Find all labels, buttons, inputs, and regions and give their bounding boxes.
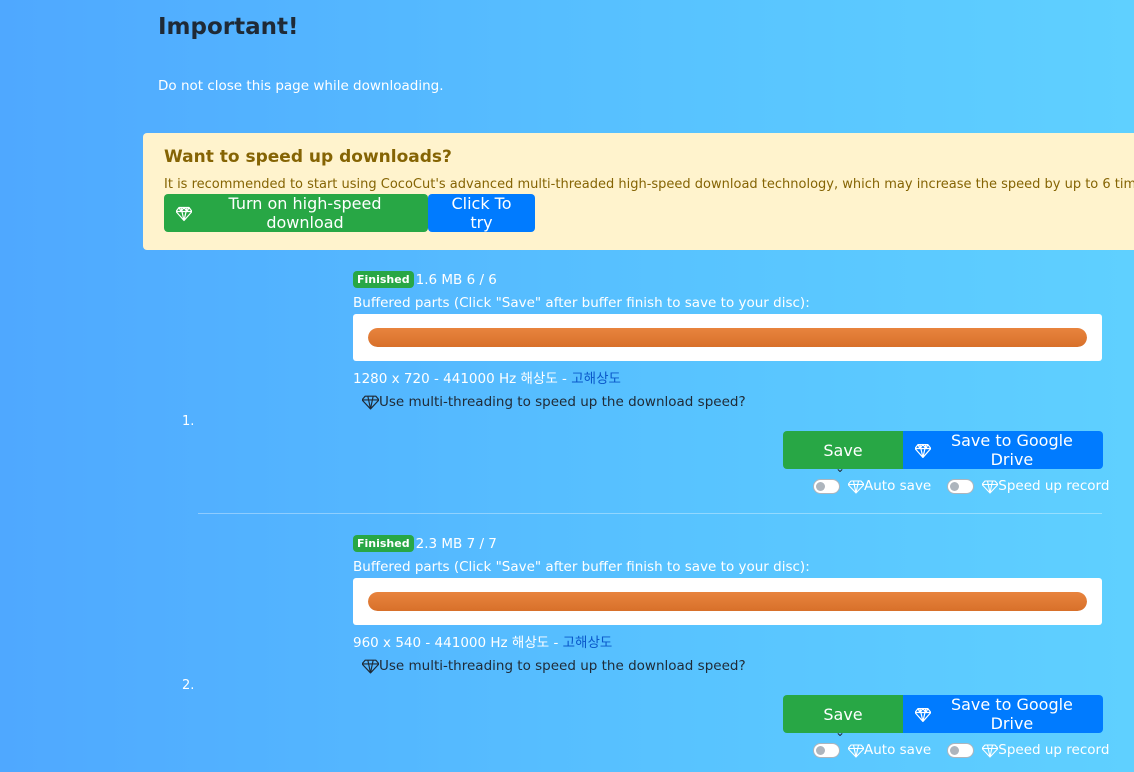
speed-up-record-label: Speed up record bbox=[982, 478, 1109, 494]
multithread-text: Use multi-threading to speed up the down… bbox=[379, 393, 746, 410]
speed-up-record-toggle[interactable] bbox=[947, 742, 975, 758]
save-to-google-drive-button[interactable]: Save to Google Drive bbox=[903, 695, 1103, 733]
auto-save-toggle[interactable] bbox=[813, 478, 840, 494]
turn-on-high-speed-label: Turn on high-speed download bbox=[228, 194, 382, 232]
speed-up-record-label: Speed up record bbox=[982, 742, 1109, 758]
quality-link[interactable]: 고해상도 bbox=[563, 635, 613, 651]
auto-save-toggle[interactable] bbox=[813, 742, 840, 758]
progress-track bbox=[368, 592, 1087, 611]
buffer-label: Buffered parts (Click "Save" after buffe… bbox=[353, 295, 810, 311]
parts-count: 7 / 7 bbox=[466, 535, 497, 552]
promo-text: It is recommended to start using CocoCut… bbox=[164, 177, 1134, 192]
google-drive-label: Save to Google Drive bbox=[950, 695, 1073, 733]
page-notice: Do not close this page while downloading… bbox=[158, 78, 444, 94]
progress-track bbox=[368, 328, 1087, 347]
resolution-line: 960 x 540 - 441000 Hz 해상도 - 고해상도 bbox=[353, 631, 612, 651]
chevron-down-icon[interactable]: ⌄ bbox=[835, 725, 845, 739]
auto-save-text: Auto save bbox=[864, 478, 932, 494]
turn-on-high-speed-button[interactable]: Turn on high-speed download bbox=[164, 194, 428, 232]
diamond-icon bbox=[848, 744, 864, 758]
quality-link[interactable]: 고해상도 bbox=[571, 371, 621, 387]
multithread-prompt[interactable]: Use multi-threading to speed up the down… bbox=[362, 657, 746, 674]
item-number: 1. bbox=[182, 414, 195, 429]
chevron-down-icon[interactable]: ⌄ bbox=[835, 461, 845, 475]
diamond-icon bbox=[915, 707, 931, 722]
progress-fill bbox=[368, 592, 1087, 611]
resolution-text: 1280 x 720 - 441000 Hz 해상도 - bbox=[353, 371, 567, 387]
diamond-icon bbox=[982, 744, 999, 758]
speed-up-record-text: Speed up record bbox=[998, 478, 1110, 494]
status-line: Finished 1.6 MB 6 / 6 bbox=[353, 271, 497, 288]
status-badge: Finished bbox=[353, 271, 414, 288]
status-line: Finished 2.3 MB 7 / 7 bbox=[353, 535, 497, 552]
click-to-try-button[interactable]: Click To try bbox=[428, 194, 535, 232]
page-heading: Important! bbox=[158, 14, 299, 40]
progress-box bbox=[353, 314, 1102, 361]
parts-count: 6 / 6 bbox=[466, 271, 497, 288]
google-drive-label: Save to Google Drive bbox=[950, 431, 1073, 469]
status-badge: Finished bbox=[353, 535, 414, 552]
multithread-prompt[interactable]: Use multi-threading to speed up the down… bbox=[362, 393, 746, 410]
item-divider bbox=[198, 513, 1102, 514]
diamond-icon bbox=[176, 206, 193, 221]
promo-alert: Want to speed up downloads? It is recomm… bbox=[143, 133, 1134, 250]
resolution-line: 1280 x 720 - 441000 Hz 해상도 - 고해상도 bbox=[353, 367, 621, 387]
resolution-text: 960 x 540 - 441000 Hz 해상도 - bbox=[353, 635, 559, 651]
click-to-try-label: Click To try bbox=[451, 194, 512, 232]
speed-up-record-toggle[interactable] bbox=[947, 478, 975, 494]
auto-save-label: Auto save bbox=[848, 478, 931, 494]
diamond-icon bbox=[362, 659, 379, 674]
speed-up-record-text: Speed up record bbox=[998, 742, 1110, 758]
diamond-icon bbox=[982, 480, 999, 494]
diamond-icon bbox=[362, 395, 379, 410]
file-size: 2.3 MB bbox=[415, 535, 463, 552]
save-label: Save bbox=[823, 440, 863, 460]
progress-box bbox=[353, 578, 1102, 625]
toggle-row: Auto save Speed up record bbox=[813, 742, 1125, 758]
file-size: 1.6 MB bbox=[415, 271, 463, 288]
promo-buttons: Turn on high-speed download Click To try bbox=[164, 194, 1134, 232]
save-button[interactable]: Save ⌄ bbox=[783, 695, 903, 739]
multithread-text: Use multi-threading to speed up the down… bbox=[379, 657, 746, 674]
diamond-icon bbox=[915, 443, 931, 458]
promo-title: Want to speed up downloads? bbox=[164, 147, 452, 167]
save-button[interactable]: Save ⌄ bbox=[783, 431, 903, 475]
auto-save-label: Auto save bbox=[848, 742, 931, 758]
save-label: Save bbox=[823, 704, 863, 724]
progress-fill bbox=[368, 328, 1087, 347]
save-to-google-drive-button[interactable]: Save to Google Drive bbox=[903, 431, 1103, 469]
diamond-icon bbox=[848, 480, 864, 494]
toggle-row: Auto save Speed up record bbox=[813, 478, 1125, 494]
buffer-label: Buffered parts (Click "Save" after buffe… bbox=[353, 559, 810, 575]
auto-save-text: Auto save bbox=[864, 742, 932, 758]
item-number: 2. bbox=[182, 678, 195, 693]
